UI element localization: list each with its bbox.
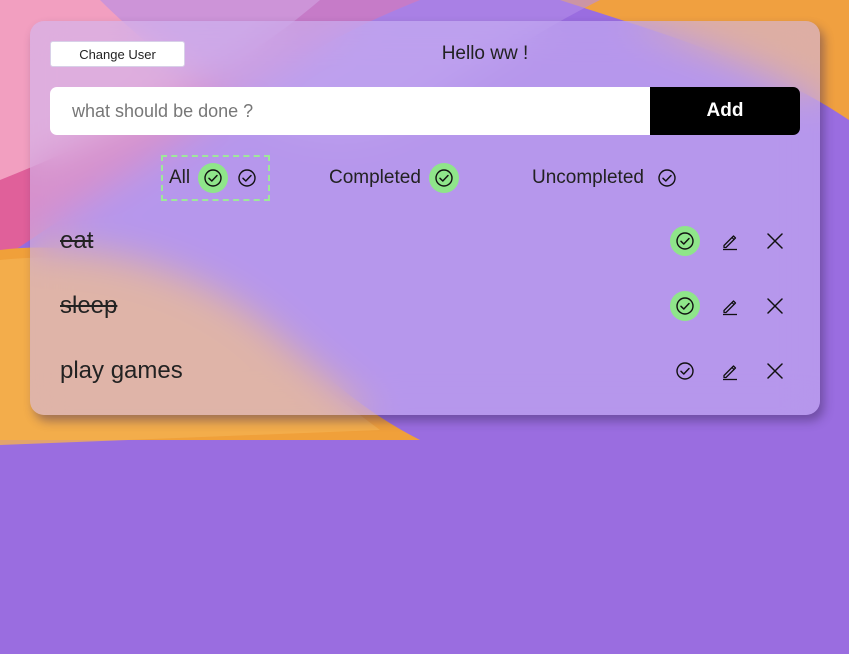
todo-text: play games <box>60 357 183 384</box>
filter-uncompleted-label: Uncompleted <box>532 167 644 188</box>
check-circle-icon[interactable] <box>428 163 459 193</box>
check-circle-icon[interactable] <box>670 291 700 321</box>
todo-text: eat <box>60 227 94 254</box>
greeting-text: Hello ww ! <box>441 43 529 64</box>
pencil-icon[interactable] <box>715 356 745 386</box>
check-circle-icon[interactable] <box>198 163 229 193</box>
new-task-input[interactable] <box>50 87 650 135</box>
check-circle-icon[interactable] <box>670 226 700 256</box>
todo-card: Change User Hello ww ! Add All Completed… <box>30 21 820 415</box>
check-circle-icon[interactable] <box>652 163 682 193</box>
pencil-icon[interactable] <box>715 226 745 256</box>
check-circle-icon[interactable] <box>232 163 262 193</box>
todo-item: eat <box>60 216 790 266</box>
filter-completed-label: Completed <box>329 167 421 188</box>
filter-all[interactable]: All <box>161 155 271 201</box>
close-icon[interactable] <box>760 356 790 386</box>
change-user-button[interactable]: Change User <box>50 41 185 67</box>
add-button[interactable]: Add <box>650 87 800 135</box>
filter-uncompleted[interactable]: Uncompleted <box>532 155 682 201</box>
todo-text: sleep <box>60 292 118 319</box>
check-circle-icon[interactable] <box>670 356 700 386</box>
todo-actions <box>655 291 790 321</box>
close-icon[interactable] <box>760 291 790 321</box>
filter-all-label: All <box>169 167 191 188</box>
filter-completed[interactable]: Completed <box>329 155 459 201</box>
pencil-icon[interactable] <box>715 291 745 321</box>
new-task-row: Add <box>50 87 800 135</box>
todo-actions <box>655 226 790 256</box>
todo-item: play games <box>60 346 790 396</box>
todo-actions <box>655 356 790 386</box>
todo-item: sleep <box>60 281 790 331</box>
close-icon[interactable] <box>760 226 790 256</box>
